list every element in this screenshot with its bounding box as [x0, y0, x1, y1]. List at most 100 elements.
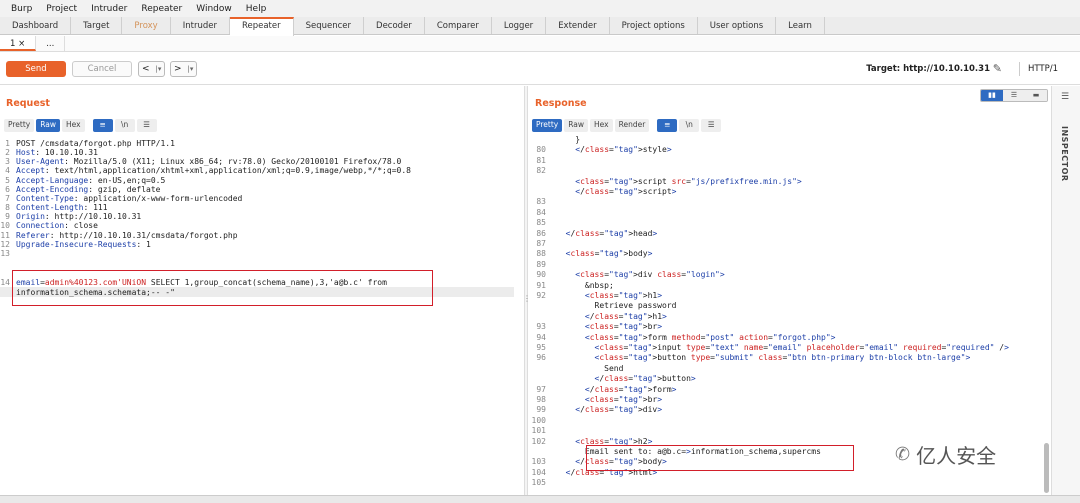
bottom-search-bar[interactable]	[0, 495, 1080, 503]
tab-target[interactable]: Target	[71, 17, 123, 34]
line-number: 105	[531, 478, 546, 488]
request-pretty-tab[interactable]: Pretty	[4, 119, 35, 132]
tab-dashboard[interactable]: Dashboard	[0, 17, 72, 34]
inspector-panel[interactable]: ☰ INSPECTOR	[1051, 86, 1080, 503]
tab-sequencer[interactable]: Sequencer	[294, 17, 365, 34]
response-line[interactable]: <class="tag">br>	[556, 395, 662, 404]
line-number: 83	[536, 197, 546, 207]
line-number: 84	[536, 207, 546, 217]
request-line[interactable]: Accept-Encoding: gzip, deflate	[16, 185, 161, 194]
menu-item-intruder[interactable]: Intruder	[84, 4, 134, 14]
inspector-menu-icon[interactable]: ☰	[1061, 92, 1069, 102]
tab-learn[interactable]: Learn	[776, 17, 825, 34]
cancel-button[interactable]: Cancel	[72, 61, 132, 77]
request-line[interactable]: Content-Length: 111	[16, 203, 108, 212]
request-line[interactable]: Upgrade-Insecure-Requests: 1	[16, 240, 151, 249]
response-line[interactable]: </class="tag">form>	[556, 385, 677, 394]
response-line[interactable]: </class="tag">style>	[556, 145, 671, 154]
wrap-icon[interactable]: ≡	[657, 119, 678, 132]
response-line[interactable]: <class="tag">h1>	[556, 291, 662, 300]
response-line[interactable]: }	[556, 135, 580, 144]
request-line[interactable]: Origin: http://10.10.10.31	[16, 212, 141, 221]
tab-decoder[interactable]: Decoder	[364, 17, 425, 34]
response-line[interactable]: <class="tag">form method="post" action="…	[556, 333, 836, 342]
split-horizontal-icon[interactable]: ☰	[1003, 90, 1025, 101]
target-label[interactable]: Target: http://10.10.10.31	[866, 62, 990, 76]
header-name: Accept-Encoding	[16, 184, 89, 194]
line-number: 86	[536, 228, 546, 238]
response-line[interactable]: </class="tag">head>	[556, 229, 658, 238]
response-raw-tab[interactable]: Raw	[564, 119, 589, 132]
response-line[interactable]: </class="tag">script>	[556, 187, 676, 196]
newline-icon[interactable]: \n	[679, 119, 700, 132]
send-button[interactable]: Send	[6, 61, 66, 77]
subtab-1[interactable]: 1 ×	[0, 36, 37, 51]
request-line[interactable]: Referer: http://10.10.10.31/cmsdata/forg…	[16, 231, 238, 240]
response-line[interactable]: <class="tag">button type="submit" class=…	[556, 353, 971, 362]
http-version[interactable]: HTTP/1	[1018, 62, 1058, 76]
menu-item-repeater[interactable]: Repeater	[134, 4, 189, 14]
header-value: : application/x-www-form-urlencoded	[73, 193, 243, 203]
line-number: 9	[5, 212, 10, 222]
request-line[interactable]: POST /cmsdata/forgot.php HTTP/1.1	[16, 139, 175, 148]
split-vertical-icon[interactable]: ▮▮	[981, 90, 1003, 101]
response-line[interactable]: <class="tag">br>	[556, 322, 662, 331]
response-line[interactable]: <class="tag">body>	[556, 249, 653, 258]
request-hex-tab[interactable]: Hex	[62, 119, 85, 132]
tab-user-options[interactable]: User options	[698, 17, 777, 34]
response-scrollbar[interactable]	[1044, 443, 1049, 493]
menu-icon[interactable]: ☰	[701, 119, 722, 132]
forward-menu-icon: |▾	[187, 65, 194, 73]
header-value: : http://10.10.10.31/cmsdata/forgot.php	[49, 230, 238, 240]
header-value: : text/html,application/xhtml+xml,applic…	[44, 166, 411, 176]
tab-extender[interactable]: Extender	[546, 17, 610, 34]
inspector-label[interactable]: INSPECTOR	[1060, 126, 1069, 182]
request-line[interactable]: Connection: close	[16, 221, 98, 230]
tab-comparer[interactable]: Comparer	[425, 17, 492, 34]
tab-proxy[interactable]: Proxy	[122, 17, 171, 34]
menu-bar: Burp Project Intruder Repeater Window Help	[0, 0, 1080, 17]
response-hex-tab[interactable]: Hex	[590, 119, 613, 132]
response-line[interactable]: <class="tag">script src="js/prefixfree.m…	[556, 177, 801, 186]
response-line[interactable]: &nbsp;	[556, 281, 614, 290]
response-line[interactable]: Send	[556, 364, 623, 373]
menu-item-help[interactable]: Help	[239, 4, 274, 14]
request-line[interactable]: Accept-Language: en-US,en;q=0.5	[16, 176, 165, 185]
back-button[interactable]: < |▾	[138, 61, 166, 77]
request-raw-tab[interactable]: Raw	[36, 119, 61, 132]
response-line[interactable]: <class="tag">input type="text" name="ema…	[556, 343, 1009, 352]
forward-button[interactable]: > |▾	[170, 61, 198, 77]
single-pane-icon[interactable]: ▬	[1025, 90, 1047, 101]
menu-icon[interactable]: ☰	[136, 119, 157, 132]
menu-item-project[interactable]: Project	[39, 4, 84, 14]
request-line[interactable]: Host: 10.10.10.31	[16, 148, 98, 157]
menu-item-burp[interactable]: Burp	[4, 4, 39, 14]
response-render-tab[interactable]: Render	[614, 119, 650, 132]
request-line[interactable]: Content-Type: application/x-www-form-url…	[16, 194, 242, 203]
request-line[interactable]: User-Agent: Mozilla/5.0 (X11; Linux x86_…	[16, 157, 401, 166]
menu-item-window[interactable]: Window	[189, 4, 239, 14]
line-number: 6	[5, 184, 10, 194]
header-name: Content-Length	[16, 203, 84, 213]
layout-toggle: ▮▮ ☰ ▬	[980, 89, 1048, 102]
response-pretty-tab[interactable]: Pretty	[532, 119, 563, 132]
request-line[interactable]: Accept: text/html,application/xhtml+xml,…	[16, 166, 411, 175]
tab-project-options[interactable]: Project options	[610, 17, 698, 34]
line-number: 97	[536, 384, 546, 394]
response-line[interactable]: </class="tag">div>	[556, 405, 662, 414]
response-line[interactable]: <class="tag">div class="login">	[556, 270, 724, 279]
line-number: 88	[536, 249, 546, 259]
header-name: Host	[16, 148, 36, 158]
newline-icon[interactable]: \n	[114, 119, 135, 132]
line-number: 96	[536, 353, 546, 363]
response-line[interactable]: </class="tag">button>	[556, 374, 696, 383]
tab-logger[interactable]: Logger	[492, 17, 547, 34]
subtab-more[interactable]: ...	[36, 36, 66, 51]
pencil-icon[interactable]: ✎	[993, 62, 1002, 76]
response-line[interactable]: Retrieve password	[556, 301, 677, 310]
tab-repeater[interactable]: Repeater	[229, 17, 294, 36]
wrap-icon[interactable]: ≡	[92, 119, 113, 132]
response-line[interactable]: </class="tag">h1>	[556, 312, 667, 321]
line-number: 5	[5, 175, 10, 185]
tab-intruder[interactable]: Intruder	[171, 17, 230, 34]
